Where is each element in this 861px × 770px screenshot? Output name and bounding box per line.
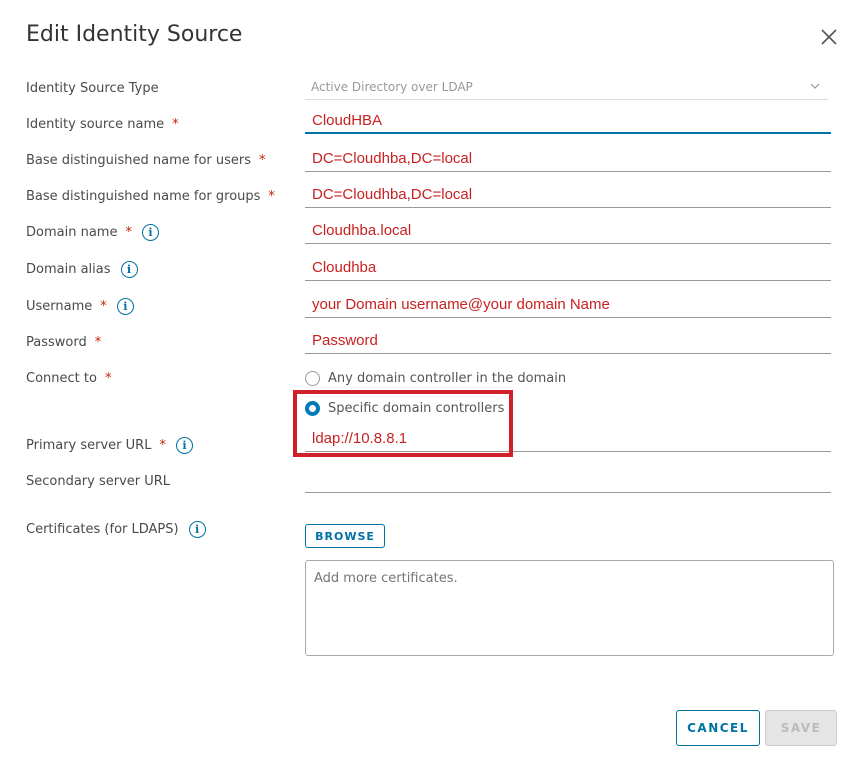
info-icon[interactable]: i [120,261,138,278]
domain-alias-label: Domain alias i [26,261,138,278]
radio-button[interactable] [305,371,320,386]
close-button[interactable] [818,26,840,48]
identity-source-type-select[interactable]: Active Directory over LDAP [305,78,828,100]
username-input[interactable] [305,292,831,318]
browse-button[interactable]: BROWSE [305,524,385,548]
required-marker: * [125,225,132,240]
username-label: Username * i [26,298,134,315]
base-dn-groups-label-text: Base distinguished name for groups [26,189,261,204]
identity-source-type-value: Active Directory over LDAP [311,80,473,94]
required-marker: * [94,335,102,350]
base-dn-users-label: Base distinguished name for users * [26,153,266,168]
identity-source-name-label-text: Identity source name [26,117,165,132]
connect-to-label-text: Connect to [26,371,97,386]
password-label-text: Password [26,335,87,350]
base-dn-groups-label: Base distinguished name for groups * [26,189,275,204]
username-label-text: Username [26,299,93,314]
secondary-server-url-label: Secondary server URL [26,474,170,489]
secondary-server-url-input[interactable] [305,467,831,493]
radio-any-domain-controller-label: Any domain controller in the domain [328,371,567,386]
chevron-down-icon [810,83,820,89]
domain-alias-input[interactable] [305,255,831,281]
required-marker: * [104,371,112,386]
edit-identity-source-dialog: Edit Identity Source Identity Source Typ… [0,0,861,770]
identity-source-name-label: Identity source name * [26,117,179,132]
identity-source-name-input[interactable] [305,108,831,134]
password-label: Password * [26,335,101,350]
domain-alias-label-text: Domain alias [26,262,111,277]
radio-any-domain-controller[interactable]: Any domain controller in the domain [305,371,566,386]
base-dn-users-input[interactable] [305,146,831,172]
required-marker: * [172,117,179,132]
domain-name-label: Domain name * i [26,224,159,241]
base-dn-groups-input[interactable] [305,182,831,208]
dialog-title: Edit Identity Source [26,22,243,47]
close-icon [821,29,837,45]
connect-to-label: Connect to * [26,371,111,386]
required-marker: * [159,438,166,453]
required-marker: * [268,189,275,204]
annotation-highlight-box [293,390,513,457]
cancel-button[interactable]: CANCEL [676,710,760,746]
required-marker: * [259,153,266,168]
certificates-label: Certificates (for LDAPS) i [26,521,206,538]
info-icon[interactable]: i [141,224,159,241]
info-icon[interactable]: i [116,298,134,315]
secondary-server-url-label-text: Secondary server URL [26,474,171,489]
info-icon[interactable]: i [175,437,193,454]
info-icon[interactable]: i [188,521,206,538]
save-button[interactable]: SAVE [765,710,837,746]
primary-server-url-label-text: Primary server URL [26,438,152,453]
base-dn-users-label-text: Base distinguished name for users [26,153,252,168]
password-input[interactable] [305,328,831,354]
identity-source-type-label-text: Identity Source Type [26,81,159,96]
required-marker: * [100,299,107,314]
identity-source-type-label: Identity Source Type [26,81,159,96]
domain-name-input[interactable] [305,218,831,244]
certificates-label-text: Certificates (for LDAPS) [26,522,179,537]
certificates-textarea[interactable] [305,560,834,656]
primary-server-url-label: Primary server URL * i [26,437,193,454]
domain-name-label-text: Domain name [26,225,118,240]
